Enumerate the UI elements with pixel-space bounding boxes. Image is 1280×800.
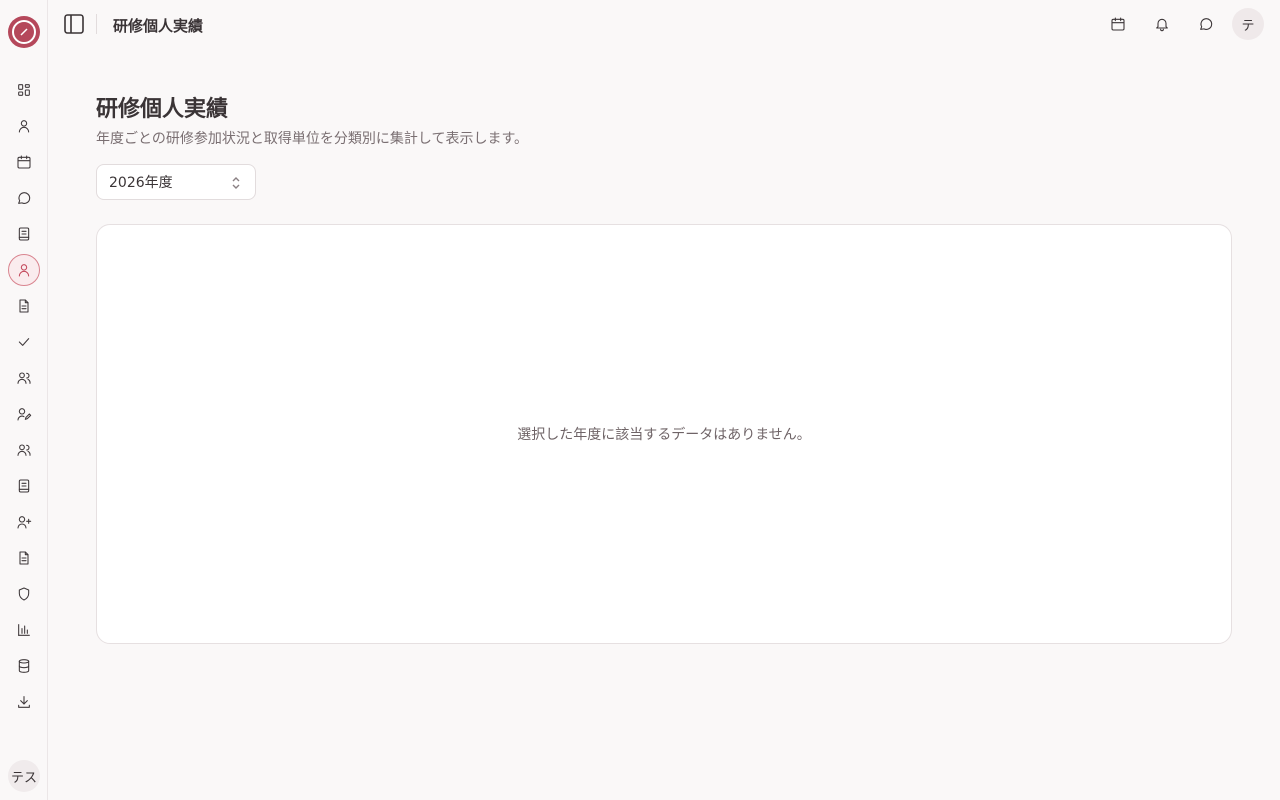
file-text-icon xyxy=(19,299,29,313)
sidebar-user-avatar[interactable]: テス xyxy=(8,760,40,792)
compass-icon xyxy=(12,20,36,44)
sidebar-item-user-1[interactable] xyxy=(8,110,40,142)
sidebar-item-file-text-13[interactable] xyxy=(8,542,40,574)
users-icon xyxy=(17,372,31,384)
year-select[interactable]: 2026年度 xyxy=(96,164,256,200)
download-icon xyxy=(18,696,30,708)
panel-left-icon xyxy=(64,14,84,34)
sidebar-item-book-11[interactable] xyxy=(8,470,40,502)
calendar-icon xyxy=(1111,17,1125,31)
header-divider xyxy=(96,14,97,34)
bell-icon xyxy=(1156,18,1168,32)
sidebar-item-user-pen-9[interactable] xyxy=(8,398,40,430)
user-icon xyxy=(18,264,30,277)
user-avatar[interactable]: テ xyxy=(1232,8,1264,40)
header-title: 研修個人実績 xyxy=(113,17,204,35)
users-icon xyxy=(17,444,31,456)
shield-icon xyxy=(18,587,30,601)
sidebar-item-book-4[interactable] xyxy=(8,218,40,250)
sidebar-item-calendar-2[interactable] xyxy=(8,146,40,178)
sidebar-item-file-text-6[interactable] xyxy=(8,290,40,322)
sidebar-item-user-plus-12[interactable] xyxy=(8,506,40,538)
book-icon xyxy=(18,479,30,493)
year-select-value: 2026年度 xyxy=(109,175,173,191)
chevron-up-down-icon xyxy=(231,175,241,191)
page-description: 年度ごとの研修参加状況と取得単位を分類別に集計して表示します。 xyxy=(96,131,529,147)
calendar-button[interactable] xyxy=(1106,12,1130,36)
sidebar-item-shield-14[interactable] xyxy=(8,578,40,610)
chat-icon xyxy=(1200,18,1213,30)
sidebar-item-users-10[interactable] xyxy=(8,434,40,466)
messages-button[interactable] xyxy=(1194,12,1218,36)
user-plus-icon xyxy=(17,516,32,529)
sidebar-item-bar-chart-15[interactable] xyxy=(8,614,40,646)
page-title: 研修個人実績 xyxy=(96,97,229,122)
sidebar-item-dashboard-0[interactable] xyxy=(8,74,40,106)
header: 研修個人実績 テ xyxy=(48,0,1280,48)
user-icon xyxy=(18,120,30,133)
results-panel: 選択した年度に該当するデータはありません。 xyxy=(96,224,1232,644)
book-icon xyxy=(18,227,30,241)
logo[interactable] xyxy=(8,16,40,48)
bar-chart-icon xyxy=(18,624,30,636)
sidebar-item-chat-3[interactable] xyxy=(8,182,40,214)
sidebar-item-user-5[interactable] xyxy=(8,254,40,286)
user-pen-icon xyxy=(17,408,32,421)
file-text-icon xyxy=(19,551,29,565)
sidebar-item-database-16[interactable] xyxy=(8,650,40,682)
database-icon xyxy=(18,659,30,673)
empty-state-message: 選択した年度に該当するデータはありません。 xyxy=(517,427,811,443)
sidebar-item-download-17[interactable] xyxy=(8,686,40,718)
notifications-button[interactable] xyxy=(1150,12,1174,36)
calendar-icon xyxy=(17,155,31,169)
sidebar-item-check-7[interactable] xyxy=(8,326,40,358)
dashboard-icon xyxy=(18,84,30,96)
sidebar-toggle-button[interactable] xyxy=(62,12,86,36)
sidebar-item-users-8[interactable] xyxy=(8,362,40,394)
chat-icon xyxy=(18,192,31,204)
sidebar: テス xyxy=(0,0,48,800)
check-icon xyxy=(18,338,30,346)
